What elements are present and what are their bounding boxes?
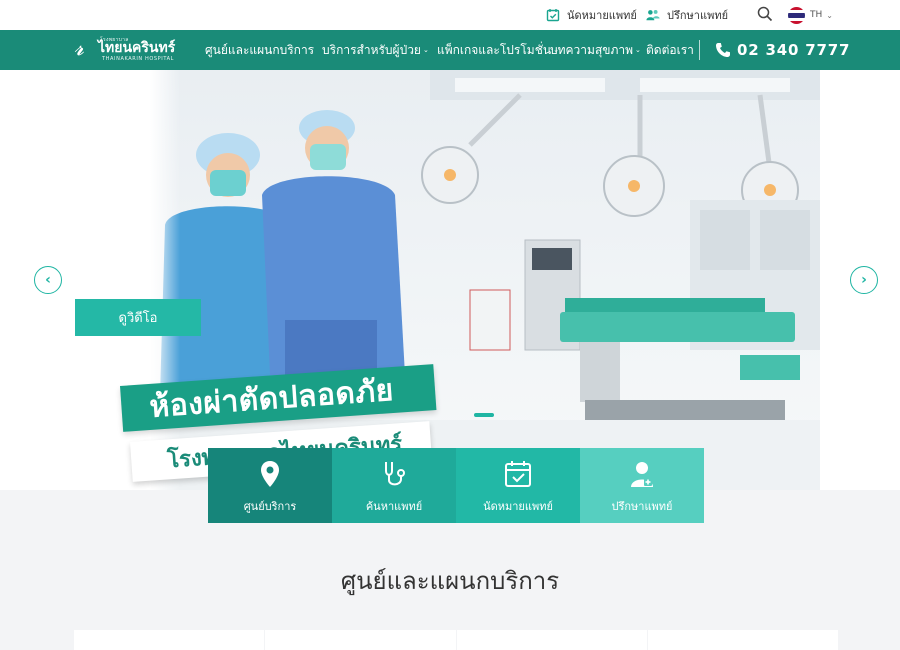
language-code: TH <box>810 10 823 20</box>
search-icon <box>757 6 773 25</box>
service-cards-row <box>74 630 838 650</box>
logo-mark-icon: 𝓻 <box>74 36 85 61</box>
nav-item-label: บริการสำหรับผู้ป่วย <box>322 42 421 57</box>
nav-item-packages[interactable]: แพ็กเกจและโปรโมชั่น ⌄ <box>437 40 559 60</box>
chevron-left-icon: ‹ <box>45 272 51 288</box>
appointment-link[interactable]: นัดหมายแพทย์ <box>546 5 637 25</box>
quick-action-label: นัดหมายแพทย์ <box>483 500 553 513</box>
doctor-consult-icon <box>627 459 657 489</box>
chevron-down-icon: ⌄ <box>422 46 429 54</box>
phone-link[interactable]: 02 340 7777 <box>715 38 850 62</box>
phone-icon <box>715 42 731 58</box>
service-card[interactable] <box>74 630 265 650</box>
quick-action-service-centers[interactable]: ศูนย์บริการ <box>208 448 332 523</box>
watch-video-button[interactable]: ดูวิดีโอ <box>75 299 201 336</box>
nav-item-health-articles[interactable]: บทความสุขภาพ ⌄ <box>550 40 641 60</box>
quick-action-appointment[interactable]: นัดหมายแพทย์ <box>456 448 580 523</box>
service-card[interactable] <box>647 630 838 650</box>
logo-english-name: THAINAKARIN HOSPITAL <box>102 56 174 62</box>
quick-action-label: ปรึกษาแพทย์ <box>611 500 673 513</box>
language-selector[interactable]: TH ⌄ <box>788 5 833 25</box>
nav-divider <box>699 40 700 60</box>
calendar-check-icon <box>503 459 533 489</box>
nav-item-label: บทความสุขภาพ <box>550 42 634 57</box>
slider-dot-active[interactable] <box>474 413 494 417</box>
nav-item-services[interactable]: ศูนย์และแผนกบริการ <box>205 40 314 60</box>
nav-item-label: ติดต่อเรา <box>646 42 694 57</box>
logo-name: ไทยนครินทร์ <box>98 40 176 56</box>
quick-actions: ศูนย์บริการ ค้นหาแพทย์ นัดหมายแพทย์ ปรึก… <box>208 448 704 523</box>
top-utility-bar: นัดหมายแพทย์ ปรึกษาแพทย์ TH ⌄ <box>0 0 900 30</box>
quick-action-label: ค้นหาแพทย์ <box>365 500 423 513</box>
thai-flag-icon <box>788 6 805 24</box>
hospital-logo[interactable]: 𝓻 โรงพยาบาล ไทยนครินทร์ THAINAKARIN HOSP… <box>74 36 184 64</box>
map-pin-icon <box>255 459 285 489</box>
stethoscope-icon <box>379 459 409 489</box>
hero-slider: ‹ › ดูวิดีโอ ห้องผ่าตัดปลอดภัย โรงพยาบาล… <box>0 70 900 490</box>
nav-item-patient-services[interactable]: บริการสำหรับผู้ป่วย ⌄ <box>322 40 429 60</box>
quick-action-consult[interactable]: ปรึกษาแพทย์ <box>580 448 704 523</box>
slider-prev-button[interactable]: ‹ <box>34 266 62 294</box>
consult-label: ปรึกษาแพทย์ <box>667 9 729 22</box>
quick-action-label: ศูนย์บริการ <box>243 500 297 513</box>
nav-item-contact[interactable]: ติดต่อเรา <box>646 40 694 60</box>
calendar-check-icon <box>546 8 560 22</box>
nav-item-label: ศูนย์และแผนกบริการ <box>205 42 315 57</box>
chevron-down-icon: ⌄ <box>635 46 641 54</box>
doctor-group-icon <box>646 8 660 22</box>
chevron-down-icon: ⌄ <box>826 10 833 20</box>
nav-item-label: แพ็กเกจและโปรโมชั่น <box>437 42 552 57</box>
chevron-right-icon: › <box>861 272 867 288</box>
search-button[interactable] <box>757 5 773 25</box>
watch-video-label: ดูวิดีโอ <box>118 311 158 326</box>
main-navbar: 𝓻 โรงพยาบาล ไทยนครินทร์ THAINAKARIN HOSP… <box>0 30 900 70</box>
quick-action-find-doctor[interactable]: ค้นหาแพทย์ <box>332 448 456 523</box>
service-card[interactable] <box>456 630 647 650</box>
appointment-label: นัดหมายแพทย์ <box>567 9 637 22</box>
consult-link[interactable]: ปรึกษาแพทย์ <box>646 5 728 25</box>
slider-next-button[interactable]: › <box>850 266 878 294</box>
services-section-title: ศูนย์และแผนกบริการ <box>340 567 560 595</box>
phone-number: 02 340 7777 <box>737 41 851 59</box>
service-card[interactable] <box>265 630 456 650</box>
